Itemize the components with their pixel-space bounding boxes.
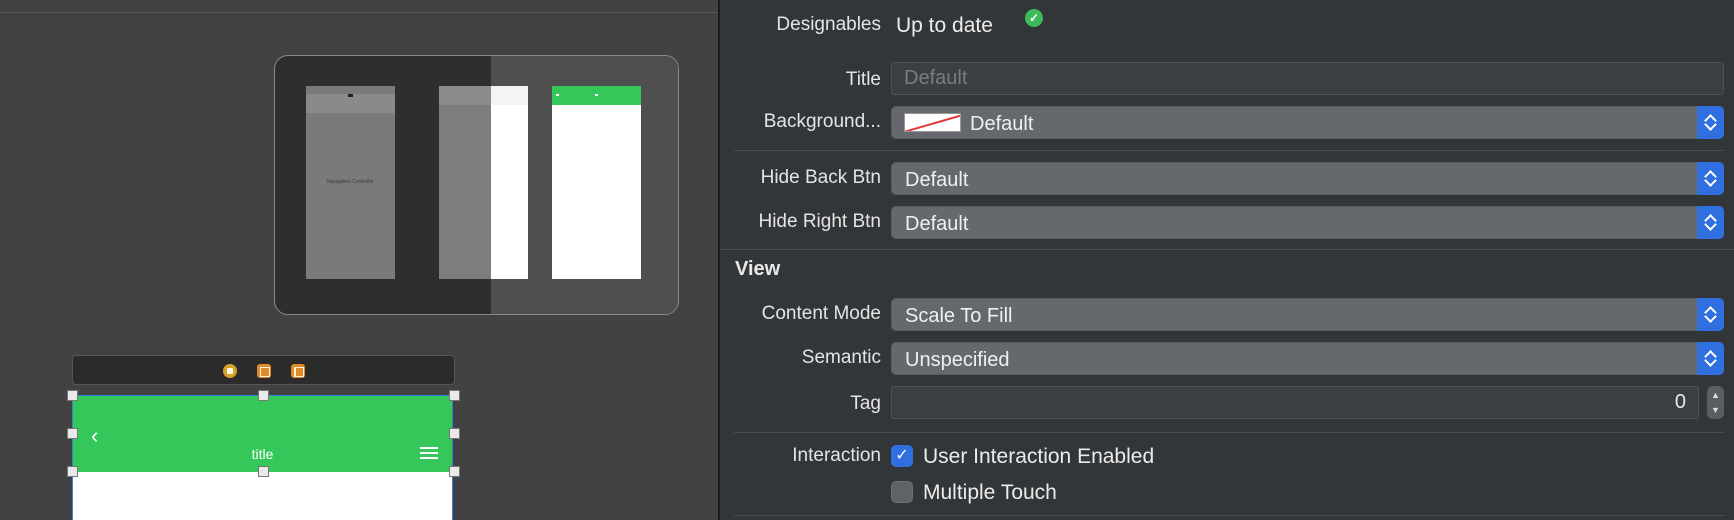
- content-mode-label: Content Mode: [761, 303, 881, 324]
- resize-handle[interactable]: [67, 390, 78, 401]
- resize-handle[interactable]: [449, 390, 460, 401]
- scene-label: Navigation Controller: [327, 179, 374, 185]
- semantic-popup[interactable]: Unspecified: [891, 342, 1724, 375]
- minimap-scene-root[interactable]: [439, 86, 528, 279]
- title-label: Title: [845, 69, 881, 90]
- minimap-scene-navigation-controller[interactable]: Navigation Controller: [306, 86, 395, 279]
- scene-nav-bar: [552, 86, 641, 105]
- semantic-label: Semantic: [801, 347, 881, 368]
- resize-handle[interactable]: [449, 428, 460, 439]
- minimap[interactable]: Navigation Controller: [274, 55, 679, 315]
- resize-handle[interactable]: [449, 466, 460, 477]
- scene-content: [491, 86, 528, 279]
- separator: [734, 432, 1724, 433]
- canvas-divider: [0, 12, 718, 13]
- title-field[interactable]: [891, 62, 1724, 95]
- resize-handle[interactable]: [258, 390, 269, 401]
- multiple-touch-checkbox[interactable]: [891, 481, 913, 503]
- designables-label: Designables: [776, 14, 881, 35]
- background-value: Default: [970, 113, 1034, 135]
- hide-right-btn-popup[interactable]: Default: [891, 206, 1724, 239]
- nav-title: title: [251, 446, 274, 462]
- semantic-value: Unspecified: [905, 349, 1010, 371]
- storyboard-canvas[interactable]: Navigation Controller ‹ title: [0, 0, 718, 520]
- title-input[interactable]: [892, 63, 1723, 94]
- hide-right-btn-label: Hide Right Btn: [758, 211, 881, 232]
- attributes-inspector: Designables Up to date ✓ Title Backgroun…: [720, 0, 1734, 520]
- separator: [734, 515, 1724, 516]
- content-mode-value: Scale To Fill: [905, 305, 1013, 327]
- resize-handle[interactable]: [67, 466, 78, 477]
- color-swatch-icon: [904, 113, 961, 132]
- check-circle-icon: ✓: [1025, 9, 1043, 27]
- background-popup[interactable]: Default: [891, 106, 1724, 139]
- popup-arrows-icon: [1697, 206, 1724, 239]
- chevron-down-icon[interactable]: ▼: [1711, 405, 1720, 415]
- popup-arrows-icon: [1697, 106, 1724, 139]
- exit-icon[interactable]: [291, 364, 305, 378]
- resize-handle[interactable]: [258, 466, 269, 477]
- tag-input[interactable]: [892, 387, 1698, 418]
- scene-dock: [72, 355, 455, 385]
- background-label: Background...: [763, 111, 881, 132]
- popup-arrows-icon: [1697, 162, 1724, 195]
- multiple-touch-label[interactable]: Multiple Touch: [923, 481, 1057, 505]
- hide-right-btn-value: Default: [905, 213, 969, 235]
- designables-status: Up to date: [896, 14, 993, 37]
- separator: [734, 150, 1724, 151]
- chevron-up-icon[interactable]: ▲: [1711, 390, 1720, 400]
- selected-view[interactable]: ‹ title: [67, 390, 460, 520]
- popup-arrows-icon: [1697, 298, 1724, 331]
- popup-arrows-icon: [1697, 342, 1724, 375]
- menu-icon[interactable]: [420, 447, 438, 462]
- section-separator: [720, 249, 1734, 250]
- hide-back-btn-value: Default: [905, 169, 969, 191]
- hide-back-btn-popup[interactable]: Default: [891, 162, 1724, 195]
- custom-nav-bar[interactable]: ‹ title: [73, 396, 452, 472]
- resize-handle[interactable]: [67, 428, 78, 439]
- first-responder-icon[interactable]: [223, 364, 237, 378]
- scene-nav-bar: [306, 94, 395, 113]
- content-mode-popup[interactable]: Scale To Fill: [891, 298, 1724, 331]
- user-interaction-checkbox[interactable]: ✓: [891, 445, 913, 467]
- view-section-header: View: [735, 258, 781, 280]
- tag-field[interactable]: [891, 386, 1699, 419]
- tag-label: Tag: [850, 393, 881, 414]
- user-interaction-label[interactable]: User Interaction Enabled: [923, 445, 1154, 469]
- minimap-scene-detail[interactable]: [552, 86, 641, 279]
- view-controller-cube-icon[interactable]: [257, 364, 271, 378]
- interaction-label: Interaction: [792, 445, 881, 466]
- tag-stepper[interactable]: ▲ ▼: [1707, 386, 1724, 419]
- back-chevron-icon[interactable]: ‹: [91, 425, 98, 447]
- hide-back-btn-label: Hide Back Btn: [760, 167, 881, 188]
